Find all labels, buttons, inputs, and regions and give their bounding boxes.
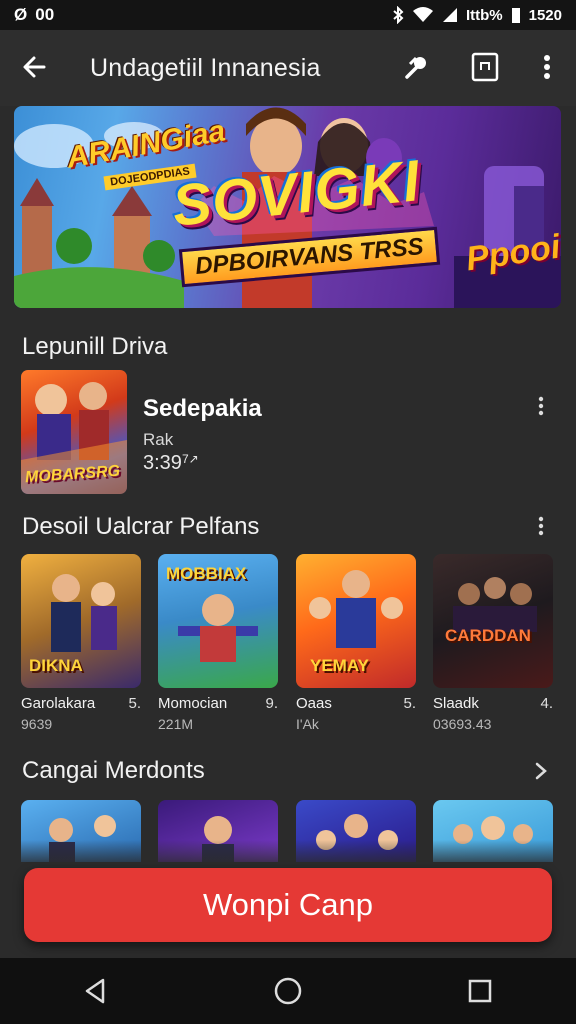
clock: 1520: [528, 6, 562, 24]
card-art-label: DIKNA: [29, 656, 83, 675]
featured-game-rating: 3:397↗: [143, 452, 199, 475]
share-icon[interactable]: [398, 50, 432, 84]
card-art-label: CARDDAN: [445, 626, 531, 645]
game-card[interactable]: MOBBIAX Momocian 9. 221M: [158, 554, 278, 732]
game-card-rank: 9.: [265, 695, 278, 712]
game-card-meta: I'Ak: [296, 716, 319, 732]
game-card[interactable]: CARDDAN Slaadk 4. 03693.43: [433, 554, 553, 732]
nav-home-button[interactable]: [268, 971, 308, 1011]
app-bar: Undagetiil Innanesia: [0, 30, 576, 106]
more-vertical-icon[interactable]: [531, 394, 551, 420]
status-right: Ittb% 1520: [392, 6, 562, 24]
battery-percent: Ittb%: [465, 6, 503, 24]
game-card-art: DIKNA: [21, 554, 141, 688]
card-art-figure: [453, 577, 537, 632]
status-left: Ø 00: [14, 5, 54, 25]
featured-game-name[interactable]: Sedepakia: [143, 395, 262, 423]
game-card-art: YEMAY: [296, 554, 416, 688]
circle-home-icon: [274, 977, 302, 1005]
game-card-name: Slaadk: [433, 695, 479, 712]
game-card-meta: 221M: [158, 716, 194, 732]
more-vertical-icon[interactable]: [530, 514, 552, 540]
card-art-label: YEMAY: [310, 656, 369, 675]
page-title: Undagetiil Innanesia: [90, 54, 321, 82]
shield-icon: Ø: [14, 5, 28, 24]
primary-action-button[interactable]: Wonpi Canp: [24, 868, 552, 942]
cast-icon[interactable]: [468, 50, 502, 84]
game-card-art: CARDDAN: [433, 554, 553, 688]
bluetooth-icon: [393, 6, 404, 24]
chevron-right-icon[interactable]: [530, 758, 552, 784]
status-left-text: 00: [35, 5, 55, 24]
game-card-meta: 03693.43: [433, 716, 492, 732]
game-card-name: Momocian: [158, 695, 228, 712]
featured-rating-suffix: 7↗: [181, 452, 199, 466]
square-recents-icon: [468, 979, 492, 1003]
section-title-popular: Lepunill Driva: [22, 333, 168, 360]
game-card-meta: 9639: [21, 716, 53, 732]
nav-back-button[interactable]: [76, 971, 116, 1011]
arrow-left-icon[interactable]: [18, 50, 52, 84]
featured-game-thumbnail[interactable]: MOBARSRG: [21, 370, 127, 494]
game-card-rank: 4.: [540, 695, 553, 712]
featured-rating-value: 3:39: [143, 452, 182, 474]
game-card[interactable]: DIKNA Garolakara 5. 9639: [21, 554, 141, 732]
game-card-name: Oaas: [296, 695, 332, 712]
section-title-details: Desoil Ualcrar Pelfans: [22, 513, 260, 540]
more-vertical-icon[interactable]: [530, 50, 564, 84]
game-card[interactable]: YEMAY Oaas 5. I'Ak: [296, 554, 416, 732]
triangle-back-icon: [85, 978, 105, 1004]
game-card-art: MOBBIAX: [158, 554, 278, 688]
game-card-rank: 5.: [128, 695, 141, 712]
signal-icon: [442, 8, 457, 22]
section-title-more: Cangai Merdonts: [22, 757, 205, 784]
game-card-rank: 5.: [403, 695, 416, 712]
nav-recents-button[interactable]: [460, 971, 500, 1011]
system-navigation-bar: [0, 958, 576, 1024]
status-bar: Ø 00 Ittb% 1520: [0, 0, 576, 30]
featured-game-rank: Rak: [143, 430, 174, 449]
wifi-icon: [412, 7, 433, 22]
game-card-name: Garolakara: [21, 695, 96, 712]
scroll-fade: [0, 840, 576, 870]
battery-icon: [511, 8, 520, 23]
card-art-label: MOBBIAX: [166, 564, 247, 583]
